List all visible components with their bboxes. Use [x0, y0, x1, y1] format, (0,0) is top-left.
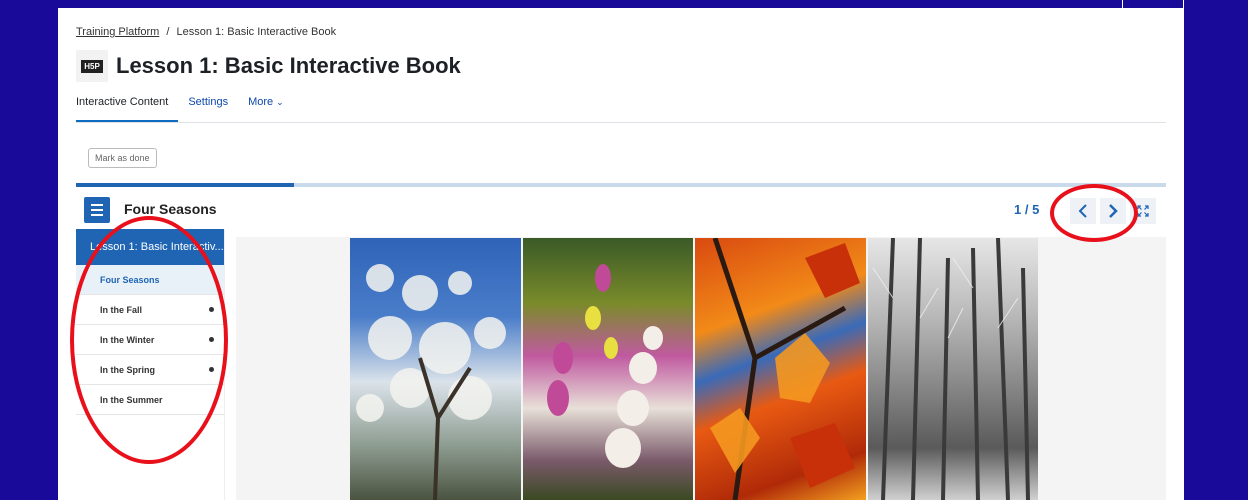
tab-settings[interactable]: Settings [178, 96, 238, 122]
breadcrumb-root-link[interactable]: Training Platform [76, 26, 159, 38]
breadcrumb-current: Lesson 1: Basic Interactive Book [176, 26, 337, 38]
spring-branches-graphic [356, 264, 506, 500]
page-container: Training Platform / Lesson 1: Basic Inte… [58, 8, 1184, 500]
winter-trees-graphic [872, 238, 1030, 500]
top-border [0, 0, 1248, 6]
menu-toggle-button[interactable] [84, 197, 110, 223]
fall-maple-leaves-image [695, 238, 866, 500]
tab-label: Interactive Content [76, 96, 169, 108]
hamburger-icon-bar [91, 214, 103, 216]
chapter-title: Four Seasons [124, 201, 217, 217]
tab-label: Settings [188, 96, 229, 108]
book-header: Four Seasons 1 / 5 [76, 187, 1166, 229]
chevron-down-icon: ⌄ [276, 97, 284, 107]
h5p-logo-icon: H5P [76, 50, 108, 82]
breadcrumb: Training Platform / Lesson 1: Basic Inte… [76, 26, 336, 38]
window-controls [1122, 0, 1184, 8]
annotation-circle-sidebar [70, 216, 228, 464]
title-row: H5P Lesson 1: Basic Interactive Book [76, 50, 461, 82]
spring-tree-image [350, 238, 521, 500]
breadcrumb-separator: / [166, 26, 170, 38]
annotation-circle-navigation [1050, 184, 1138, 242]
maple-leaves-graphic [710, 238, 860, 500]
fullscreen-icon [1137, 205, 1149, 217]
page-indicator: 1 / 5 [1014, 202, 1040, 217]
hamburger-icon-bar [91, 204, 103, 206]
mark-as-done-button[interactable]: Mark as done [88, 148, 157, 168]
tab-interactive-content[interactable]: Interactive Content [76, 96, 179, 122]
tabs: Interactive Content Settings More ⌄ [76, 96, 1166, 123]
summer-foxglove-image [522, 238, 693, 500]
h5p-logo-text: H5P [81, 59, 103, 73]
foxglove-flowers-graphic [546, 264, 663, 468]
winter-trees-image [867, 238, 1038, 500]
tab-label: More [248, 96, 274, 108]
tab-more[interactable]: More ⌄ [238, 96, 294, 122]
seasons-image [350, 238, 1040, 500]
interactive-book: Four Seasons 1 / 5 Lesson 1: Basic Inter… [76, 183, 1166, 500]
page-title: Lesson 1: Basic Interactive Book [116, 53, 461, 78]
hamburger-icon-bar [91, 209, 103, 211]
